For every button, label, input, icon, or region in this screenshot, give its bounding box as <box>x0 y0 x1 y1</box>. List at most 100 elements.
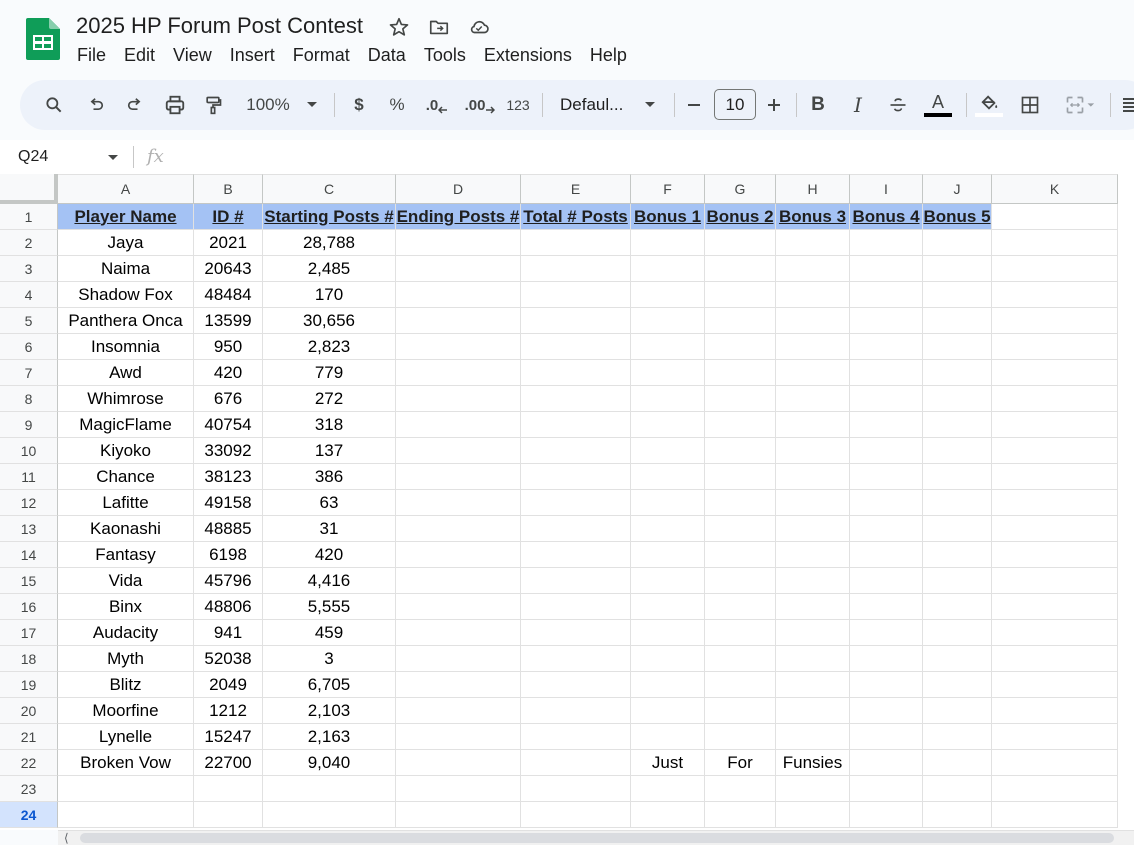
cell-c3[interactable]: 2,485 <box>263 256 396 282</box>
menu-help[interactable]: Help <box>581 43 636 68</box>
cell-a8[interactable]: Whimrose <box>58 386 194 412</box>
row-header-1[interactable]: 1 <box>0 204 58 230</box>
cell-d22[interactable] <box>396 750 521 776</box>
cell-c12[interactable]: 63 <box>263 490 396 516</box>
row-header-22[interactable]: 22 <box>0 750 58 776</box>
cell-a10[interactable]: Kiyoko <box>58 438 194 464</box>
cell-h11[interactable] <box>776 464 850 490</box>
cell-e8[interactable] <box>521 386 631 412</box>
cell-i9[interactable] <box>850 412 923 438</box>
cell-d14[interactable] <box>396 542 521 568</box>
cell-i14[interactable] <box>850 542 923 568</box>
row-header-12[interactable]: 12 <box>0 490 58 516</box>
cell-e3[interactable] <box>521 256 631 282</box>
cell-i18[interactable] <box>850 646 923 672</box>
cell-f24[interactable] <box>631 802 705 828</box>
cell-j20[interactable] <box>923 698 992 724</box>
menu-format[interactable]: Format <box>284 43 359 68</box>
cell-d7[interactable] <box>396 360 521 386</box>
scroll-left-icon[interactable]: ⟨ <box>64 831 69 845</box>
cell-h2[interactable] <box>776 230 850 256</box>
column-header-j[interactable]: J <box>923 174 992 204</box>
cell-b5[interactable]: 13599 <box>194 308 263 334</box>
cell-j22[interactable] <box>923 750 992 776</box>
cell-a18[interactable]: Myth <box>58 646 194 672</box>
cell-c19[interactable]: 6,705 <box>263 672 396 698</box>
bold-button[interactable]: B <box>808 80 828 130</box>
text-color-button[interactable]: A <box>922 80 954 130</box>
cell-b22[interactable]: 22700 <box>194 750 263 776</box>
cell-k5[interactable] <box>992 308 1118 334</box>
row-header-10[interactable]: 10 <box>0 438 58 464</box>
cell-i23[interactable] <box>850 776 923 802</box>
cell-b24[interactable] <box>194 802 263 828</box>
cell-f3[interactable] <box>631 256 705 282</box>
cell-b21[interactable]: 15247 <box>194 724 263 750</box>
row-header-4[interactable]: 4 <box>0 282 58 308</box>
cell-f11[interactable] <box>631 464 705 490</box>
cell-a3[interactable]: Naima <box>58 256 194 282</box>
row-header-7[interactable]: 7 <box>0 360 58 386</box>
cell-b20[interactable]: 1212 <box>194 698 263 724</box>
cell-k10[interactable] <box>992 438 1118 464</box>
cell-e22[interactable] <box>521 750 631 776</box>
cell-b19[interactable]: 2049 <box>194 672 263 698</box>
cell-e19[interactable] <box>521 672 631 698</box>
zoom-dropdown-icon[interactable] <box>304 80 320 130</box>
redo-icon[interactable] <box>123 80 147 130</box>
cell-j5[interactable] <box>923 308 992 334</box>
cell-a12[interactable]: Lafitte <box>58 490 194 516</box>
cell-a20[interactable]: Moorfine <box>58 698 194 724</box>
cell-c15[interactable]: 4,416 <box>263 568 396 594</box>
cell-k13[interactable] <box>992 516 1118 542</box>
cell-e2[interactable] <box>521 230 631 256</box>
cell-h20[interactable] <box>776 698 850 724</box>
cell-a4[interactable]: Shadow Fox <box>58 282 194 308</box>
row-header-13[interactable]: 13 <box>0 516 58 542</box>
cell-c14[interactable]: 420 <box>263 542 396 568</box>
row-header-17[interactable]: 17 <box>0 620 58 646</box>
decrease-font-icon[interactable] <box>684 80 704 130</box>
row-header-16[interactable]: 16 <box>0 594 58 620</box>
cell-a5[interactable]: Panthera Onca <box>58 308 194 334</box>
row-header-24[interactable]: 24 <box>0 802 58 828</box>
cell-i13[interactable] <box>850 516 923 542</box>
row-header-21[interactable]: 21 <box>0 724 58 750</box>
cell-f21[interactable] <box>631 724 705 750</box>
cell-f22[interactable]: Just <box>631 750 705 776</box>
cell-b16[interactable]: 48806 <box>194 594 263 620</box>
cell-j7[interactable] <box>923 360 992 386</box>
cell-e12[interactable] <box>521 490 631 516</box>
cell-h19[interactable] <box>776 672 850 698</box>
fill-color-icon[interactable] <box>974 80 1004 130</box>
cell-c4[interactable]: 170 <box>263 282 396 308</box>
cell-d9[interactable] <box>396 412 521 438</box>
column-header-c[interactable]: C <box>263 174 396 204</box>
row-header-11[interactable]: 11 <box>0 464 58 490</box>
cell-k14[interactable] <box>992 542 1118 568</box>
cell-g20[interactable] <box>705 698 776 724</box>
cell-f10[interactable] <box>631 438 705 464</box>
cell-i22[interactable] <box>850 750 923 776</box>
cell-b17[interactable]: 941 <box>194 620 263 646</box>
cell-g11[interactable] <box>705 464 776 490</box>
cell-f9[interactable] <box>631 412 705 438</box>
cell-e13[interactable] <box>521 516 631 542</box>
cell-a7[interactable]: Awd <box>58 360 194 386</box>
cell-h21[interactable] <box>776 724 850 750</box>
cell-c24[interactable] <box>263 802 396 828</box>
cell-g15[interactable] <box>705 568 776 594</box>
cell-k17[interactable] <box>992 620 1118 646</box>
cell-b12[interactable]: 49158 <box>194 490 263 516</box>
column-header-h[interactable]: H <box>776 174 850 204</box>
cell-g21[interactable] <box>705 724 776 750</box>
increase-decimal-button[interactable]: .00 <box>462 80 498 130</box>
cell-f6[interactable] <box>631 334 705 360</box>
row-header-23[interactable]: 23 <box>0 776 58 802</box>
cell-a23[interactable] <box>58 776 194 802</box>
cell-a2[interactable]: Jaya <box>58 230 194 256</box>
header-cell[interactable] <box>992 204 1118 230</box>
increase-font-icon[interactable] <box>764 80 784 130</box>
menu-insert[interactable]: Insert <box>221 43 284 68</box>
cell-k16[interactable] <box>992 594 1118 620</box>
